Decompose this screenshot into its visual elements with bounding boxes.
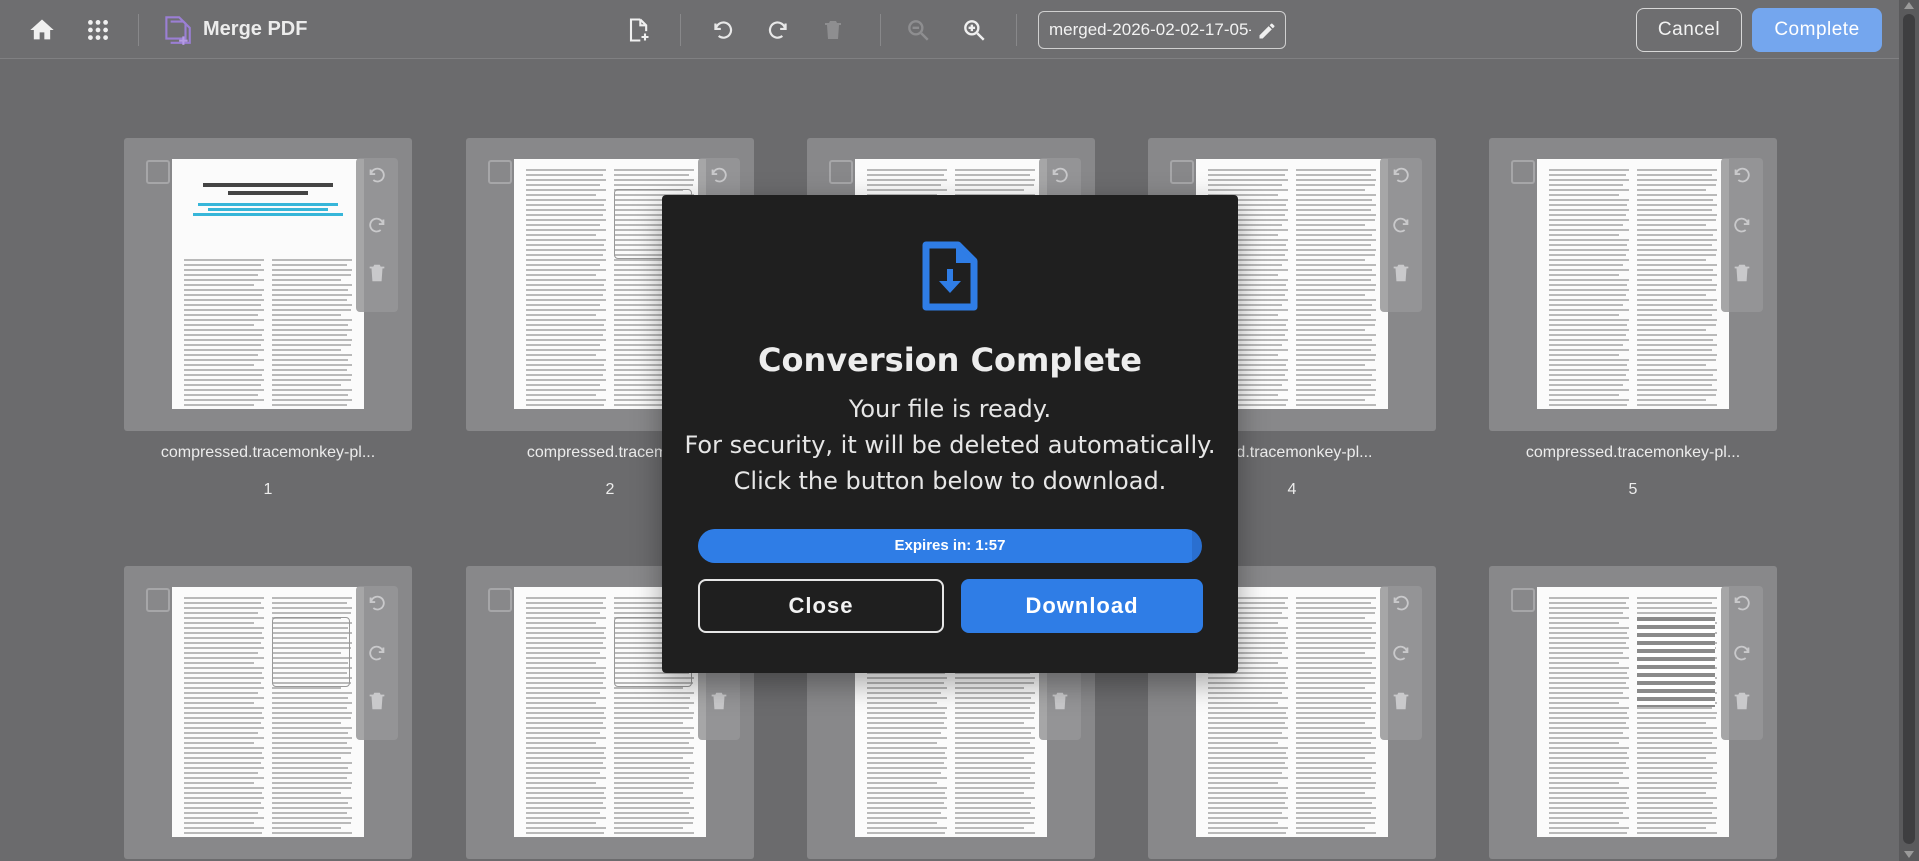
dialog-message: Your file is ready. For security, it wil… [662, 391, 1238, 499]
page-thumbnail [172, 587, 364, 837]
page-actions [1380, 586, 1422, 740]
page-filename-label: compressed.tracemonkey-pl... [1525, 444, 1741, 461]
filename-input[interactable]: merged-2026-02-02-17-05- [1038, 11, 1286, 49]
page-card[interactable] [1489, 138, 1777, 431]
rotate-left-icon[interactable] [366, 164, 388, 191]
scroll-up-arrow-icon[interactable] [1904, 2, 1914, 9]
rotate-left-icon[interactable] [1731, 164, 1753, 191]
dialog-message-line: Click the button below to download. [733, 467, 1167, 495]
file-download-icon [922, 241, 978, 316]
trash-icon[interactable] [1390, 262, 1412, 289]
rotate-left-icon[interactable] [366, 592, 388, 619]
page-thumbnail [1537, 159, 1729, 409]
trash-icon[interactable] [1731, 262, 1753, 289]
page-select-checkbox[interactable] [1511, 588, 1535, 612]
cancel-button[interactable]: Cancel [1636, 8, 1742, 52]
trash-icon[interactable] [1049, 690, 1071, 717]
toolbar-divider [1016, 14, 1017, 46]
rotate-left-icon[interactable] [1390, 164, 1412, 191]
toolbar-divider [880, 14, 881, 46]
page-card[interactable] [124, 138, 412, 431]
zoom-in-icon[interactable] [956, 12, 992, 48]
download-button[interactable]: Download [961, 579, 1203, 633]
rotate-right-icon[interactable] [1390, 642, 1412, 669]
page-select-checkbox[interactable] [488, 588, 512, 612]
complete-button[interactable]: Complete [1752, 8, 1882, 52]
dialog-title: Conversion Complete [758, 341, 1142, 379]
page-actions [356, 158, 398, 312]
scrollbar[interactable] [1899, 0, 1919, 861]
page-actions [356, 586, 398, 740]
home-icon[interactable] [24, 12, 60, 48]
rotate-right-icon[interactable] [1731, 214, 1753, 241]
apps-grid-icon[interactable] [80, 12, 116, 48]
scrollbar-thumb[interactable] [1903, 14, 1915, 844]
rotate-left-icon[interactable] [705, 12, 741, 48]
page-actions [1721, 158, 1763, 312]
page-card[interactable] [124, 566, 412, 859]
trash-icon[interactable] [708, 690, 730, 717]
conversion-complete-dialog: Conversion Complete Your file is ready. … [662, 195, 1238, 673]
rotate-right-icon[interactable] [366, 214, 388, 241]
rotate-right-icon[interactable] [1390, 214, 1412, 241]
trash-icon[interactable] [366, 262, 388, 289]
rotate-left-icon[interactable] [1049, 164, 1071, 191]
trash-icon[interactable] [1390, 690, 1412, 717]
rotate-right-icon[interactable] [1731, 642, 1753, 669]
scroll-down-arrow-icon[interactable] [1904, 851, 1914, 858]
dialog-message-line: Your file is ready. [848, 395, 1052, 423]
page-filename-label: compressed.tracemonkey-pl... [160, 444, 376, 461]
rotate-right-icon[interactable] [760, 12, 796, 48]
add-file-icon[interactable] [620, 12, 656, 48]
page-number: 1 [263, 481, 273, 498]
expiry-progress-bar: Expires in: 1:57 [698, 529, 1202, 563]
close-button[interactable]: Close [698, 579, 944, 633]
page-thumbnail [172, 159, 364, 409]
page-select-checkbox[interactable] [146, 160, 170, 184]
zoom-out-icon[interactable] [900, 12, 936, 48]
page-card[interactable] [1489, 566, 1777, 859]
dialog-message-line: For security, it will be deleted automat… [684, 431, 1216, 459]
page-select-checkbox[interactable] [488, 160, 512, 184]
toolbar-divider [138, 14, 139, 46]
toolbar-divider [680, 14, 681, 46]
rotate-left-icon[interactable] [708, 164, 730, 191]
expiry-timer-text: Expires in: 1:57 [894, 537, 1006, 554]
page-select-checkbox[interactable] [146, 588, 170, 612]
rotate-left-icon[interactable] [1390, 592, 1412, 619]
page-select-checkbox[interactable] [1170, 160, 1194, 184]
toolbar: Merge PDF merged-2026-02-02-17-05- Cance… [0, 0, 1919, 59]
trash-icon[interactable] [1731, 690, 1753, 717]
page-actions [1380, 158, 1422, 312]
filename-text: merged-2026-02-02-17-05- [1049, 20, 1251, 39]
page-select-checkbox[interactable] [1511, 160, 1535, 184]
pencil-icon[interactable] [1257, 21, 1277, 46]
rotate-left-icon[interactable] [1731, 592, 1753, 619]
rotate-right-icon[interactable] [366, 642, 388, 669]
trash-icon[interactable] [366, 690, 388, 717]
page-number: 5 [1628, 481, 1638, 498]
merge-pdf-icon [158, 12, 196, 48]
trash-icon[interactable] [815, 12, 851, 48]
app-title: Merge PDF [203, 18, 308, 40]
page-select-checkbox[interactable] [829, 160, 853, 184]
page-thumbnail [1537, 587, 1729, 837]
page-actions [1721, 586, 1763, 740]
